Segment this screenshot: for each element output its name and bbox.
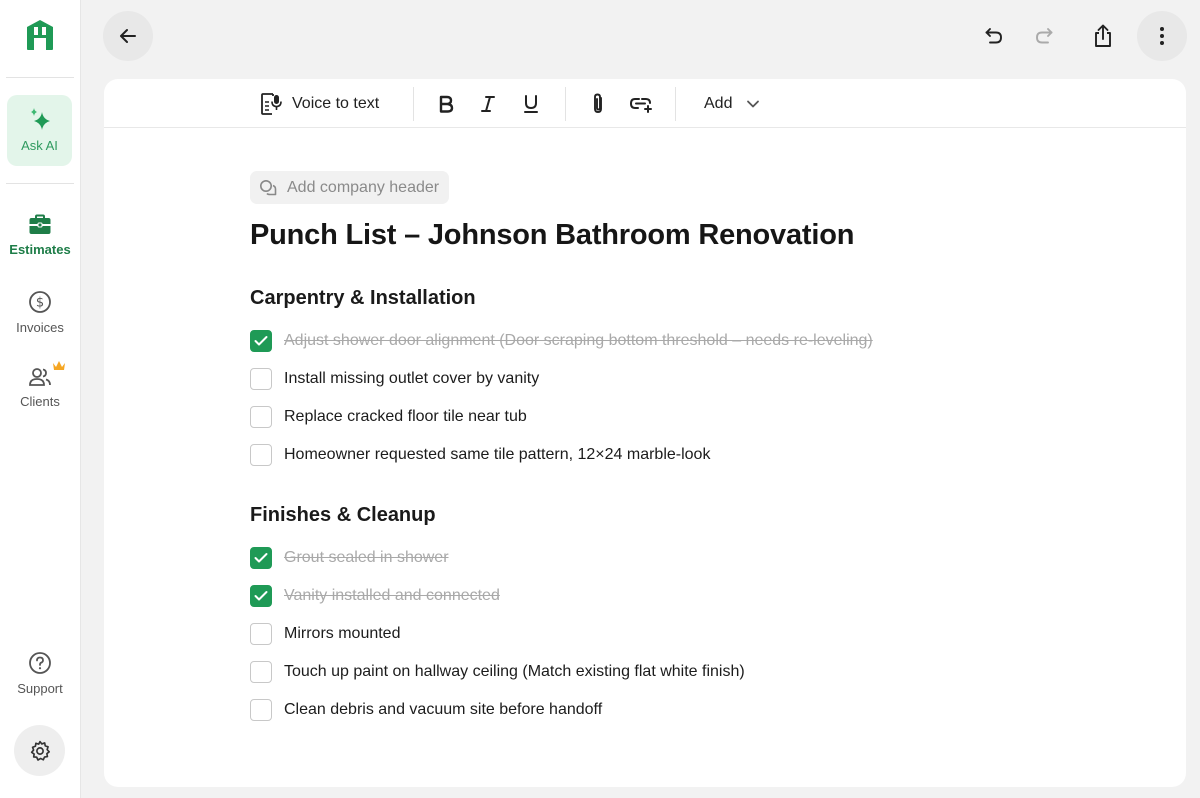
- checklist-item[interactable]: Install missing outlet cover by vanity: [250, 368, 539, 390]
- checklist-item-text[interactable]: Replace cracked floor tile near tub: [284, 408, 527, 426]
- checklist-item-text[interactable]: Adjust shower door alignment (Door scrap…: [284, 332, 873, 350]
- underline-button[interactable]: [523, 91, 539, 117]
- gear-icon: [30, 740, 50, 761]
- checklist-item-text[interactable]: Clean debris and vacuum site before hand…: [284, 701, 602, 719]
- checklist-item-text[interactable]: Vanity installed and connected: [284, 587, 500, 605]
- bold-icon: [439, 95, 454, 113]
- insert-link-button[interactable]: [629, 91, 655, 117]
- check-icon: [254, 553, 268, 563]
- sidebar-divider: [6, 183, 74, 184]
- sidebar-item-estimates[interactable]: Estimates: [0, 214, 80, 257]
- company-header-placeholder: Add company header: [287, 178, 440, 196]
- sidebar-item-label: Support: [17, 681, 63, 696]
- checklist-item[interactable]: Vanity installed and connected: [250, 585, 500, 607]
- more-options-button[interactable]: [1137, 11, 1187, 61]
- check-icon: [254, 591, 268, 601]
- checkbox[interactable]: [250, 623, 272, 645]
- briefcase-icon: [29, 214, 51, 234]
- arrow-left-icon: [120, 29, 136, 43]
- share-icon: [1095, 24, 1111, 47]
- editor-toolbar: Voice to text Add: [104, 79, 1186, 128]
- checklist-item-text[interactable]: Touch up paint on hallway ceiling (Match…: [284, 663, 745, 681]
- checkbox[interactable]: [250, 368, 272, 390]
- ask-ai-label: Ask AI: [21, 138, 58, 153]
- sidebar-item-label: Clients: [20, 394, 60, 409]
- settings-button[interactable]: [14, 725, 65, 776]
- sidebar-item-clients[interactable]: Clients: [0, 361, 80, 409]
- redo-icon: [1036, 28, 1053, 44]
- italic-icon: [481, 96, 495, 112]
- dollar-circle-icon: $: [29, 291, 51, 313]
- sidebar-item-support[interactable]: Support: [0, 651, 80, 696]
- checklist-item[interactable]: Mirrors mounted: [250, 623, 400, 645]
- checklist-item-text[interactable]: Grout sealed in shower: [284, 549, 449, 567]
- underline-icon: [524, 95, 538, 113]
- section-heading[interactable]: Finishes & Cleanup: [250, 504, 436, 527]
- undo-icon: [985, 28, 1002, 44]
- ask-ai-button[interactable]: Ask AI: [7, 95, 72, 166]
- checkbox[interactable]: [250, 661, 272, 683]
- redo-button[interactable]: [1029, 21, 1059, 51]
- checklist-item[interactable]: Adjust shower door alignment (Door scrap…: [250, 330, 873, 352]
- svg-text:$: $: [36, 296, 44, 311]
- voice-to-text-button[interactable]: Voice to text: [260, 91, 379, 117]
- checkbox[interactable]: [250, 444, 272, 466]
- sidebar-divider: [6, 77, 74, 78]
- comment-icon: [260, 179, 277, 195]
- checklist-item[interactable]: Replace cracked floor tile near tub: [250, 406, 527, 428]
- voice-to-text-label: Voice to text: [292, 95, 380, 112]
- checklist-item[interactable]: Grout sealed in shower: [250, 547, 449, 569]
- toolbar-separator: [675, 87, 676, 121]
- italic-button[interactable]: [480, 91, 496, 117]
- crown-icon: [53, 361, 65, 370]
- checkbox-checked[interactable]: [250, 330, 272, 352]
- checklist-item[interactable]: Touch up paint on hallway ceiling (Match…: [250, 661, 745, 683]
- document-title[interactable]: Punch List – Johnson Bathroom Renovation: [250, 219, 854, 252]
- add-company-header-button[interactable]: Add company header: [250, 171, 450, 204]
- logo-h-icon[interactable]: [23, 18, 57, 52]
- more-vertical-icon: [1160, 27, 1164, 45]
- sidebar-item-label: Estimates: [9, 242, 71, 257]
- sidebar-item-invoices[interactable]: $ Invoices: [0, 290, 80, 335]
- section-heading[interactable]: Carpentry & Installation: [250, 287, 476, 310]
- editor-card: Voice to text Add Add company header Pun…: [104, 79, 1186, 787]
- checkbox-checked[interactable]: [250, 585, 272, 607]
- checklist-item-text[interactable]: Homeowner requested same tile pattern, 1…: [284, 446, 710, 464]
- checkbox-checked[interactable]: [250, 547, 272, 569]
- sidebar-item-label: Invoices: [16, 320, 64, 335]
- sidebar: Ask AI Estimates $ Invoices Clients Supp…: [0, 0, 81, 798]
- back-button[interactable]: [103, 11, 153, 61]
- question-circle-icon: [29, 652, 51, 674]
- attach-button[interactable]: [590, 91, 606, 117]
- checklist-item[interactable]: Homeowner requested same tile pattern, 1…: [250, 444, 710, 466]
- checkbox[interactable]: [250, 406, 272, 428]
- bold-button[interactable]: [438, 91, 454, 117]
- checklist-item[interactable]: Clean debris and vacuum site before hand…: [250, 699, 602, 721]
- add-dropdown-label: Add: [704, 95, 733, 112]
- link-add-icon: [629, 98, 652, 113]
- document-mic-icon: [261, 93, 282, 115]
- checklist-item-text[interactable]: Mirrors mounted: [284, 625, 400, 643]
- users-icon: [29, 368, 51, 386]
- chevron-down-icon: [747, 100, 760, 108]
- check-icon: [254, 336, 268, 346]
- toolbar-separator: [413, 87, 414, 121]
- add-dropdown[interactable]: Add: [704, 91, 760, 117]
- toolbar-separator: [565, 87, 566, 121]
- share-button[interactable]: [1088, 21, 1118, 51]
- sparkle-icon: [31, 108, 50, 130]
- checklist-item-text[interactable]: Install missing outlet cover by vanity: [284, 370, 539, 388]
- checkbox[interactable]: [250, 699, 272, 721]
- paperclip-icon: [594, 93, 602, 113]
- undo-button[interactable]: [979, 21, 1009, 51]
